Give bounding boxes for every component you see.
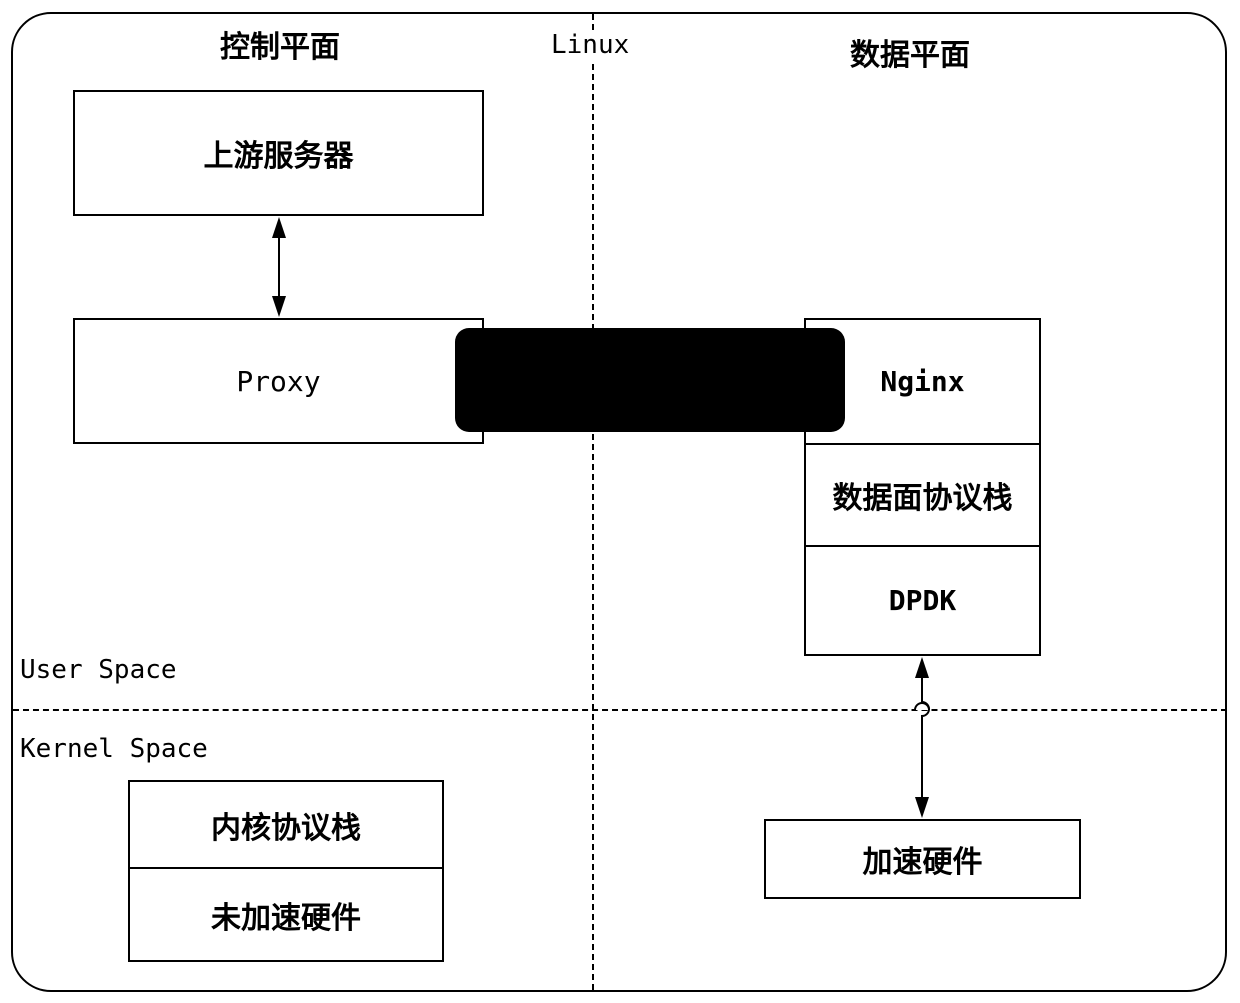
dpdk-hardware-arrow bbox=[914, 657, 930, 818]
connection-arrows bbox=[272, 217, 930, 818]
upstream-proxy-arrow bbox=[272, 217, 286, 317]
